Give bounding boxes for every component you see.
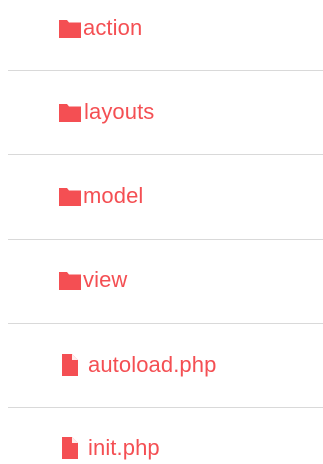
list-item-action[interactable]: action (0, 8, 323, 48)
list-item-model[interactable]: model (0, 176, 323, 216)
list-item-autoload-php[interactable]: autoload.php (0, 345, 323, 385)
list-item-init-php[interactable]: init.php (0, 428, 323, 464)
divider (8, 323, 323, 324)
divider (8, 154, 323, 155)
folder-icon (58, 184, 82, 208)
folder-icon (58, 268, 82, 292)
folder-icon (58, 100, 82, 124)
list-item-layouts[interactable]: layouts (0, 92, 323, 132)
file-icon (58, 353, 82, 377)
list-item-label: autoload.php (88, 352, 217, 377)
file-icon (58, 436, 82, 460)
list-item-label: model (83, 183, 144, 208)
list-item-label: init.php (88, 435, 160, 460)
list-item-label: layouts (84, 99, 155, 124)
divider (8, 70, 323, 71)
folder-icon (58, 16, 82, 40)
file-list: action layouts model view autoload.php i… (0, 0, 323, 464)
list-item-label: view (83, 267, 128, 292)
list-item-label: action (83, 15, 143, 40)
divider (8, 239, 323, 240)
list-item-view[interactable]: view (0, 260, 323, 300)
divider (8, 407, 323, 408)
